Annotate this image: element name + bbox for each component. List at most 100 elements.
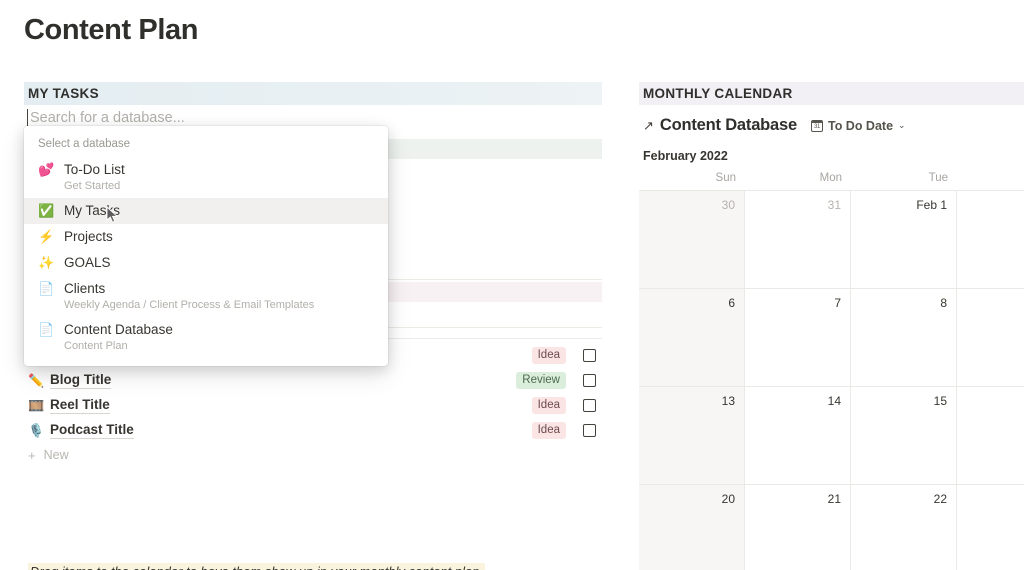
calendar-week-row: 20 21 22 [639, 485, 1024, 570]
date-property-selector[interactable]: 31 To Do Date ⌄ [810, 118, 906, 133]
calendar-day-cell[interactable]: 6 [639, 289, 745, 386]
task-checkbox[interactable] [583, 424, 596, 437]
status-badge[interactable]: Review [516, 372, 566, 389]
calendar-source-row: ↗ Content Database 31 To Do Date ⌄ [639, 105, 1024, 135]
database-option-title: Content Database [64, 322, 173, 337]
database-option-title: To-Do List [64, 162, 125, 177]
status-badge[interactable]: Idea [531, 347, 566, 364]
my-tasks-section-header[interactable]: MY TASKS [24, 82, 602, 105]
calendar-month-label: February 2022 [643, 149, 728, 163]
database-option-text: GOALS [56, 254, 111, 271]
pencil-emoji: ✏️ [28, 372, 45, 388]
calendar-day-cell[interactable]: Feb 1 [851, 191, 957, 288]
two-hearts-emoji: 💕 [38, 162, 55, 177]
calendar-week-row: 30 31 Feb 1 [639, 191, 1024, 289]
date-property-label: To Do Date [827, 118, 894, 133]
calendar-day-number: 20 [721, 492, 735, 506]
weekday-header-wed: Wed [957, 172, 1024, 184]
task-title-link[interactable]: Blog Title [50, 372, 112, 389]
database-option-title: GOALS [64, 255, 111, 270]
calendar-day-number: Feb 1 [916, 198, 947, 212]
dropdown-heading: Select a database [38, 138, 131, 150]
calendar-date-icon-day: 31 [813, 123, 821, 130]
calendar-day-number: 6 [728, 296, 735, 310]
status-badge[interactable]: Idea [531, 397, 566, 414]
task-checkbox[interactable] [583, 399, 596, 412]
calendar-day-number: 13 [721, 394, 735, 408]
drag-hint-text: Drag items to the calendar to have them … [28, 563, 486, 570]
weekday-header-sun: Sun [715, 172, 736, 184]
database-option-text: My Tasks [56, 202, 120, 219]
database-option-list: 💕 To-Do List Get Started ✅ My Tasks ⚡ Projects… [24, 157, 388, 358]
database-option-text: Projects [56, 228, 113, 245]
calendar-day-cell[interactable]: 31 [745, 191, 851, 288]
calendar-day-cell[interactable]: 30 [639, 191, 745, 288]
calendar-day-cell[interactable]: 8 [851, 289, 957, 386]
calendar-day-number: 21 [827, 492, 841, 506]
page-document-emoji: 📄 [38, 322, 55, 337]
calendar-day-cell[interactable] [957, 387, 1024, 484]
task-row[interactable]: 🎞️ Reel Title Idea [24, 393, 602, 418]
database-option-text: Clients Weekly Agenda / Client Process & … [56, 280, 314, 313]
database-option-to-do-list[interactable]: 💕 To-Do List Get Started [24, 157, 388, 198]
database-option-projects[interactable]: ⚡ Projects [24, 224, 388, 250]
calendar-day-cell[interactable] [957, 191, 1024, 288]
calendar-day-number: 30 [721, 198, 735, 212]
calendar-day-number: 22 [933, 492, 947, 506]
calendar-day-cell[interactable] [957, 485, 1024, 570]
database-option-subtitle: Weekly Agenda / Client Process & Email T… [64, 299, 315, 311]
calendar-day-cell[interactable] [957, 289, 1024, 386]
task-title-link[interactable]: Reel Title [50, 397, 110, 414]
calendar-day-cell[interactable]: 14 [745, 387, 851, 484]
database-option-my-tasks[interactable]: ✅ My Tasks [24, 198, 388, 224]
calendar-weekday-header: Sun Mon Tue Wed [639, 163, 1024, 184]
calendar-grid: 30 31 Feb 1 6 7 8 13 14 15 20 21 22 [639, 190, 1024, 570]
calendar-day-cell[interactable]: 13 [639, 387, 745, 484]
database-option-text: Content Database Content Plan [56, 321, 173, 354]
my-tasks-label: MY TASKS [28, 86, 99, 101]
page-document-emoji: 📄 [38, 281, 55, 296]
my-tasks-column: MY TASKS Select a database 💕 To-Do List Ge… [24, 82, 602, 570]
monthly-calendar-column: MONTHLY CALENDAR ↗ Content Database 31 T… [639, 82, 1024, 570]
database-option-title: Clients [64, 281, 106, 296]
weekday-header-tue: Tue [928, 172, 948, 184]
search-input[interactable] [28, 110, 602, 126]
calendar-day-cell[interactable]: 22 [851, 485, 957, 570]
film-frames-emoji: 🎞️ [28, 397, 45, 413]
task-title-link[interactable]: Podcast Title [50, 422, 134, 439]
task-checkbox[interactable] [583, 374, 596, 387]
database-option-content-database[interactable]: 📄 Content Database Content Plan [24, 317, 388, 358]
database-option-goals[interactable]: ✨ GOALS [24, 250, 388, 276]
calendar-day-cell[interactable]: 20 [639, 485, 745, 570]
task-row[interactable]: 🎙️ Podcast Title Idea [24, 418, 602, 443]
calendar-day-cell[interactable]: 15 [851, 387, 957, 484]
calendar-day-cell[interactable]: 21 [745, 485, 851, 570]
sparkles-emoji: ✨ [38, 255, 55, 270]
calendar-week-row: 13 14 15 [639, 387, 1024, 485]
chevron-down-icon: ⌄ [898, 120, 906, 130]
green-check-emoji: ✅ [38, 203, 55, 218]
page-title: Content Plan [24, 14, 199, 46]
task-checkbox[interactable] [583, 349, 596, 362]
drag-hint: Drag items to the calendar to have them … [24, 563, 486, 570]
database-option-subtitle: Get Started [64, 180, 121, 192]
text-caret [27, 109, 28, 126]
database-option-title: My Tasks [64, 203, 121, 218]
microphone-emoji: 🎙️ [28, 422, 45, 438]
open-external-arrow-icon[interactable]: ↗ [643, 118, 660, 134]
database-option-title: Projects [64, 229, 113, 244]
calendar-day-cell[interactable]: 7 [745, 289, 851, 386]
lightning-bolt-emoji: ⚡ [38, 229, 55, 244]
calendar-date-icon: 31 [810, 119, 823, 132]
database-option-clients[interactable]: 📄 Clients Weekly Agenda / Client Process &… [24, 276, 388, 317]
calendar-day-number: 8 [940, 296, 947, 310]
calendar-week-row: 6 7 8 [639, 289, 1024, 387]
task-row[interactable]: ✏️ Blog Title Review [24, 368, 602, 393]
database-select-dropdown[interactable]: Select a database 💕 To-Do List Get Started… [24, 126, 388, 366]
add-new-row-button[interactable]: + New [24, 443, 602, 467]
monthly-calendar-section-header[interactable]: MONTHLY CALENDAR [639, 82, 1024, 105]
status-badge[interactable]: Idea [531, 422, 566, 439]
calendar-day-number: 15 [933, 394, 947, 408]
calendar-source-name[interactable]: Content Database [660, 116, 797, 135]
plus-icon: + [28, 447, 36, 463]
